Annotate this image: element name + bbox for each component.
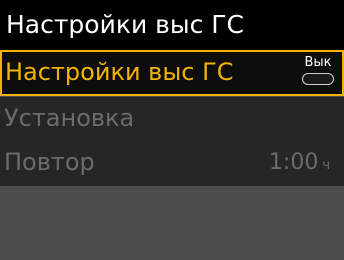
menu-item-label: Настройки выс ГС <box>5 58 234 86</box>
device-screen: Настройки выс ГС Настройки выс ГС Вык Ус… <box>0 0 344 260</box>
repeat-unit: ч <box>322 158 330 173</box>
menu-item-high-glucose-settings[interactable]: Настройки выс ГС Вык <box>0 50 344 96</box>
menu-item-label: Установка <box>4 104 135 132</box>
toggle-state-label: Вык <box>304 55 332 70</box>
repeat-time: 1:00 <box>268 150 319 175</box>
alert-toggle[interactable]: Вык <box>300 55 336 89</box>
menu-item-setup[interactable]: Установка <box>0 97 344 142</box>
page-title: Настройки выс ГС <box>0 0 344 50</box>
repeat-value: 1:00 ч <box>269 141 330 187</box>
menu-item-repeat[interactable]: Повтор 1:00 ч <box>0 141 344 186</box>
menu-item-label: Повтор <box>4 148 95 176</box>
toggle-switch-icon <box>302 73 334 85</box>
